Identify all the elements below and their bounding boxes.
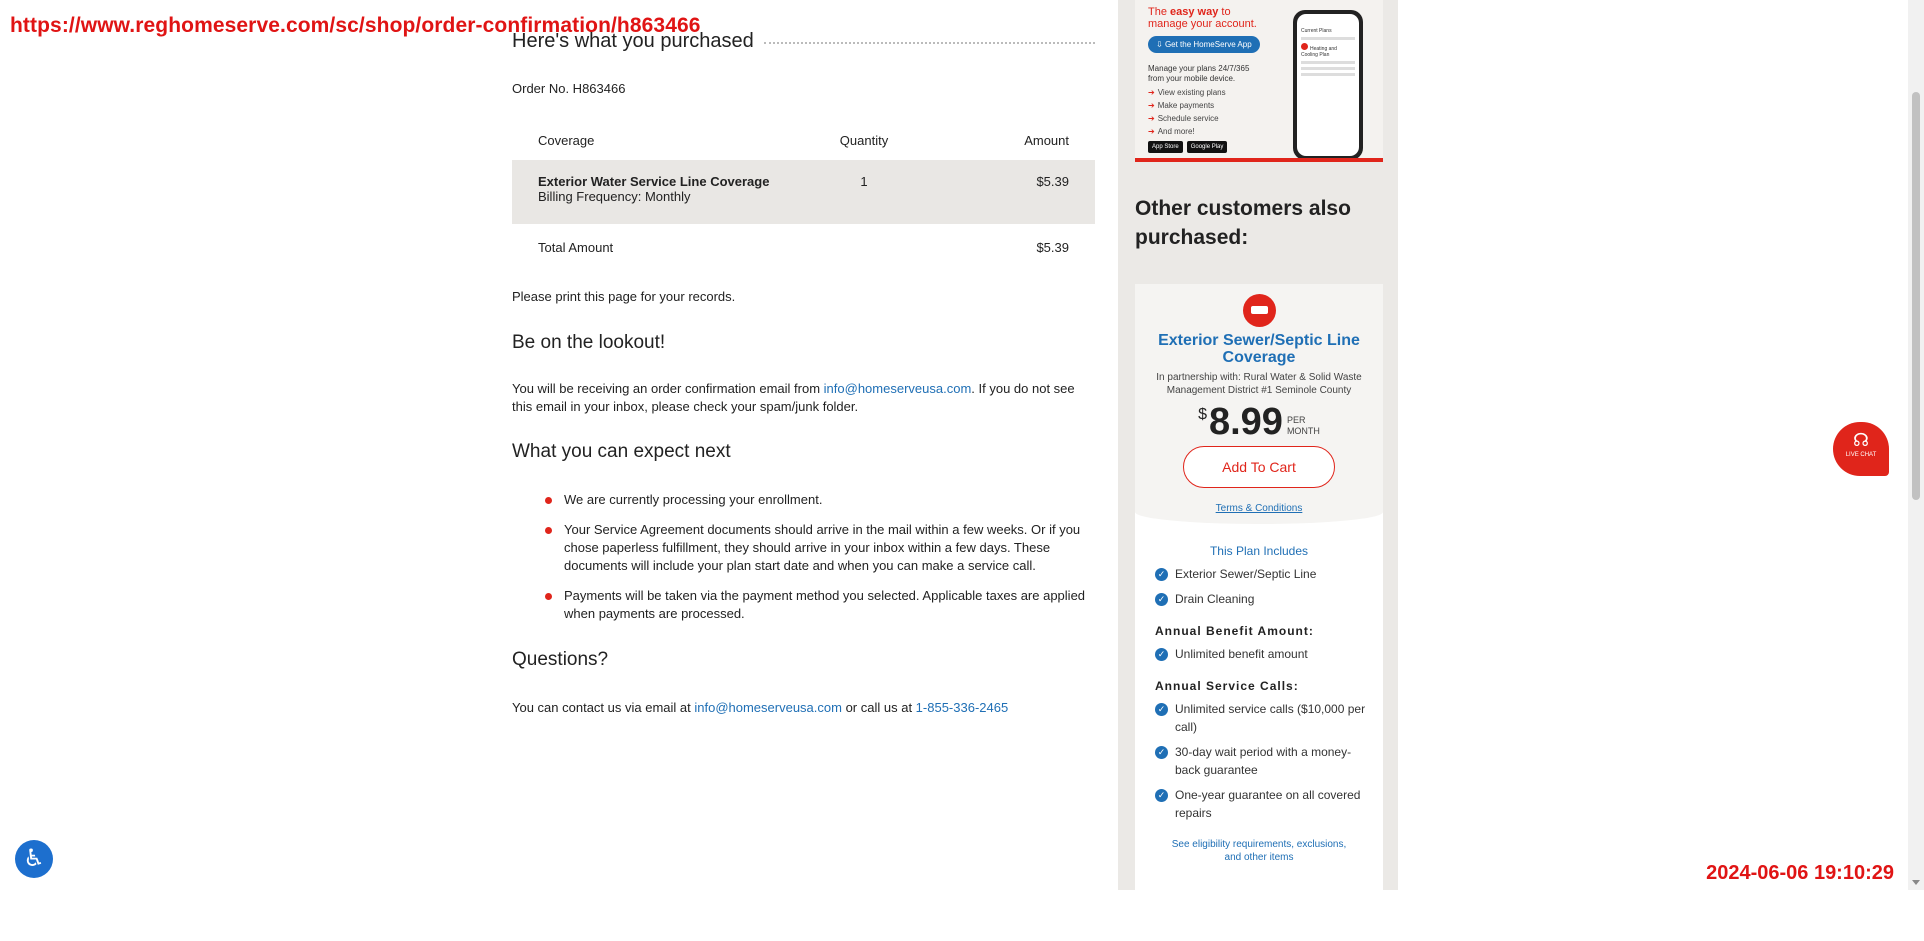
promo-subtext: Manage your plans 24/7/365 from your mobi… bbox=[1148, 64, 1250, 83]
phone-link[interactable]: 1-855-336-2465 bbox=[916, 700, 1009, 715]
accessibility-icon[interactable]: ♿ bbox=[15, 840, 53, 878]
next-heading: What you can expect next bbox=[512, 441, 731, 462]
promo-tagline: The easy way to manage your account. bbox=[1148, 6, 1257, 30]
coverage-column-header: Coverage bbox=[538, 132, 595, 148]
lookout-text: You will be receiving an order confirmat… bbox=[512, 381, 1075, 414]
feature-item: ✓ Unlimited service calls ($10,000 per ca… bbox=[1135, 700, 1383, 736]
list-item: Payments will be taken via the payment m… bbox=[512, 587, 1095, 623]
check-icon: ✓ bbox=[1155, 568, 1168, 581]
promo-feature-list: ➔ View existing plans ➔ Make payments ➔ Sch… bbox=[1148, 86, 1226, 138]
feature-item: ✓ Unlimited benefit amount bbox=[1135, 645, 1383, 663]
total-row: Total Amount $5.39 bbox=[512, 224, 1095, 270]
sidebar: The easy way to manage your account. ⇩ Ge… bbox=[1118, 0, 1398, 890]
total-amount: $5.39 bbox=[1036, 239, 1069, 255]
next-steps-list: We are currently processing your enrollm… bbox=[512, 491, 1095, 635]
billing-frequency: Billing Frequency: Monthly bbox=[538, 189, 691, 204]
table-row: Exterior Water Service Line Coverage Bil… bbox=[512, 160, 1095, 224]
timestamp-overlay: 2024-06-06 19:10:29 bbox=[1706, 862, 1894, 884]
partnership-text: In partnership with: Rural Water & Solid… bbox=[1156, 372, 1362, 396]
list-item: ➔ Schedule service bbox=[1148, 114, 1219, 123]
arrow-icon: ➔ bbox=[1148, 101, 1155, 110]
product-title: Exterior Sewer/Septic Line Coverage bbox=[1158, 332, 1360, 366]
app-promo-banner[interactable]: The easy way to manage your account. ⇩ Ge… bbox=[1135, 0, 1383, 162]
sewer-line-icon bbox=[1243, 294, 1276, 327]
arrow-icon: ➔ bbox=[1148, 127, 1155, 136]
check-icon: ✓ bbox=[1155, 746, 1168, 759]
lookout-heading: Be on the lookout! bbox=[512, 332, 666, 353]
total-label: Total Amount bbox=[538, 239, 614, 255]
phone-screen-title: Current Plans bbox=[1301, 28, 1332, 34]
check-icon: ✓ bbox=[1155, 593, 1168, 606]
list-item: ➔ And more! bbox=[1148, 127, 1195, 136]
url-overlay: https://www.reghomeserve.com/sc/shop/ord… bbox=[10, 14, 701, 37]
terms-link[interactable]: Terms & Conditions bbox=[1135, 503, 1383, 514]
check-icon: ✓ bbox=[1155, 648, 1168, 661]
dotted-divider bbox=[763, 41, 1095, 44]
arrow-icon: ➔ bbox=[1148, 114, 1155, 123]
plan-icon bbox=[1301, 43, 1308, 50]
bullet-dot-icon bbox=[545, 593, 552, 600]
quantity-column-header: Quantity bbox=[839, 132, 889, 148]
includes-heading: This Plan Includes bbox=[1209, 544, 1309, 558]
get-app-button[interactable]: ⇩ Get the HomeServe App bbox=[1148, 36, 1260, 53]
email-link[interactable]: info@homeserveusa.com bbox=[824, 381, 972, 396]
list-item: We are currently processing your enrollm… bbox=[512, 491, 1095, 509]
item-name: Exterior Water Service Line Coverage bbox=[538, 174, 770, 189]
add-to-cart-button[interactable]: Add To Cart bbox=[1183, 446, 1335, 488]
eligibility-link[interactable]: See eligibility requirements, exclusions… bbox=[1135, 838, 1383, 864]
feature-item: ✓ Exterior Sewer/Septic Line bbox=[1135, 565, 1383, 583]
service-calls-heading: Annual Service Calls: bbox=[1155, 679, 1299, 693]
print-note: Please print this page for your records. bbox=[512, 289, 736, 304]
scroll-down-arrow-icon[interactable] bbox=[1912, 880, 1920, 885]
list-item: ➔ View existing plans bbox=[1148, 88, 1226, 97]
questions-text: You can contact us via email at info@hom… bbox=[512, 700, 1009, 715]
list-item: ➔ Make payments bbox=[1148, 101, 1215, 110]
product-price: $ 8.99 PER MONTH bbox=[1198, 401, 1320, 443]
also-purchased-heading: Other customers also purchased: bbox=[1135, 197, 1351, 249]
check-icon: ✓ bbox=[1155, 789, 1168, 802]
scrollbar[interactable] bbox=[1908, 0, 1924, 890]
check-icon: ✓ bbox=[1155, 703, 1168, 716]
questions-heading: Questions? bbox=[512, 649, 609, 670]
google-play-badge[interactable]: Google Play bbox=[1186, 141, 1228, 153]
arrow-icon: ➔ bbox=[1148, 88, 1155, 97]
amount-column-header: Amount bbox=[1024, 132, 1069, 148]
order-number: Order No. H863466 bbox=[512, 81, 626, 96]
benefit-heading: Annual Benefit Amount: bbox=[1155, 624, 1314, 638]
product-card-header: Exterior Sewer/Septic Line Coverage In p… bbox=[1135, 284, 1383, 524]
phone-mockup-image: Current Plans Heating and Cooling Plan bbox=[1293, 10, 1363, 158]
live-chat-button[interactable]: ☊ LIVE CHAT bbox=[1833, 422, 1889, 476]
item-amount: $5.39 bbox=[1036, 174, 1069, 189]
table-header-row: Coverage Quantity Amount bbox=[512, 120, 1095, 160]
item-quantity: 1 bbox=[860, 174, 868, 189]
coverage-table: Coverage Quantity Amount Exterior Water … bbox=[512, 120, 1095, 270]
product-card: Exterior Sewer/Septic Line Coverage In p… bbox=[1135, 284, 1383, 890]
list-item: Your Service Agreement documents should … bbox=[512, 521, 1095, 575]
headset-icon: ☊ bbox=[1853, 430, 1869, 450]
bullet-dot-icon bbox=[545, 527, 552, 534]
feature-item: ✓ Drain Cleaning bbox=[1135, 590, 1383, 608]
live-chat-label: LIVE CHAT bbox=[1845, 452, 1877, 458]
feature-item: ✓ One-year guarantee on all covered repai… bbox=[1135, 786, 1383, 822]
app-store-badge[interactable]: App Store bbox=[1148, 141, 1183, 153]
bullet-dot-icon bbox=[545, 497, 552, 504]
feature-item: ✓ 30-day wait period with a money-back gu… bbox=[1135, 743, 1383, 779]
app-store-badges: App Store Google Play bbox=[1148, 141, 1228, 153]
email-link[interactable]: info@homeserveusa.com bbox=[694, 700, 842, 715]
scrollbar-thumb[interactable] bbox=[1912, 92, 1920, 500]
